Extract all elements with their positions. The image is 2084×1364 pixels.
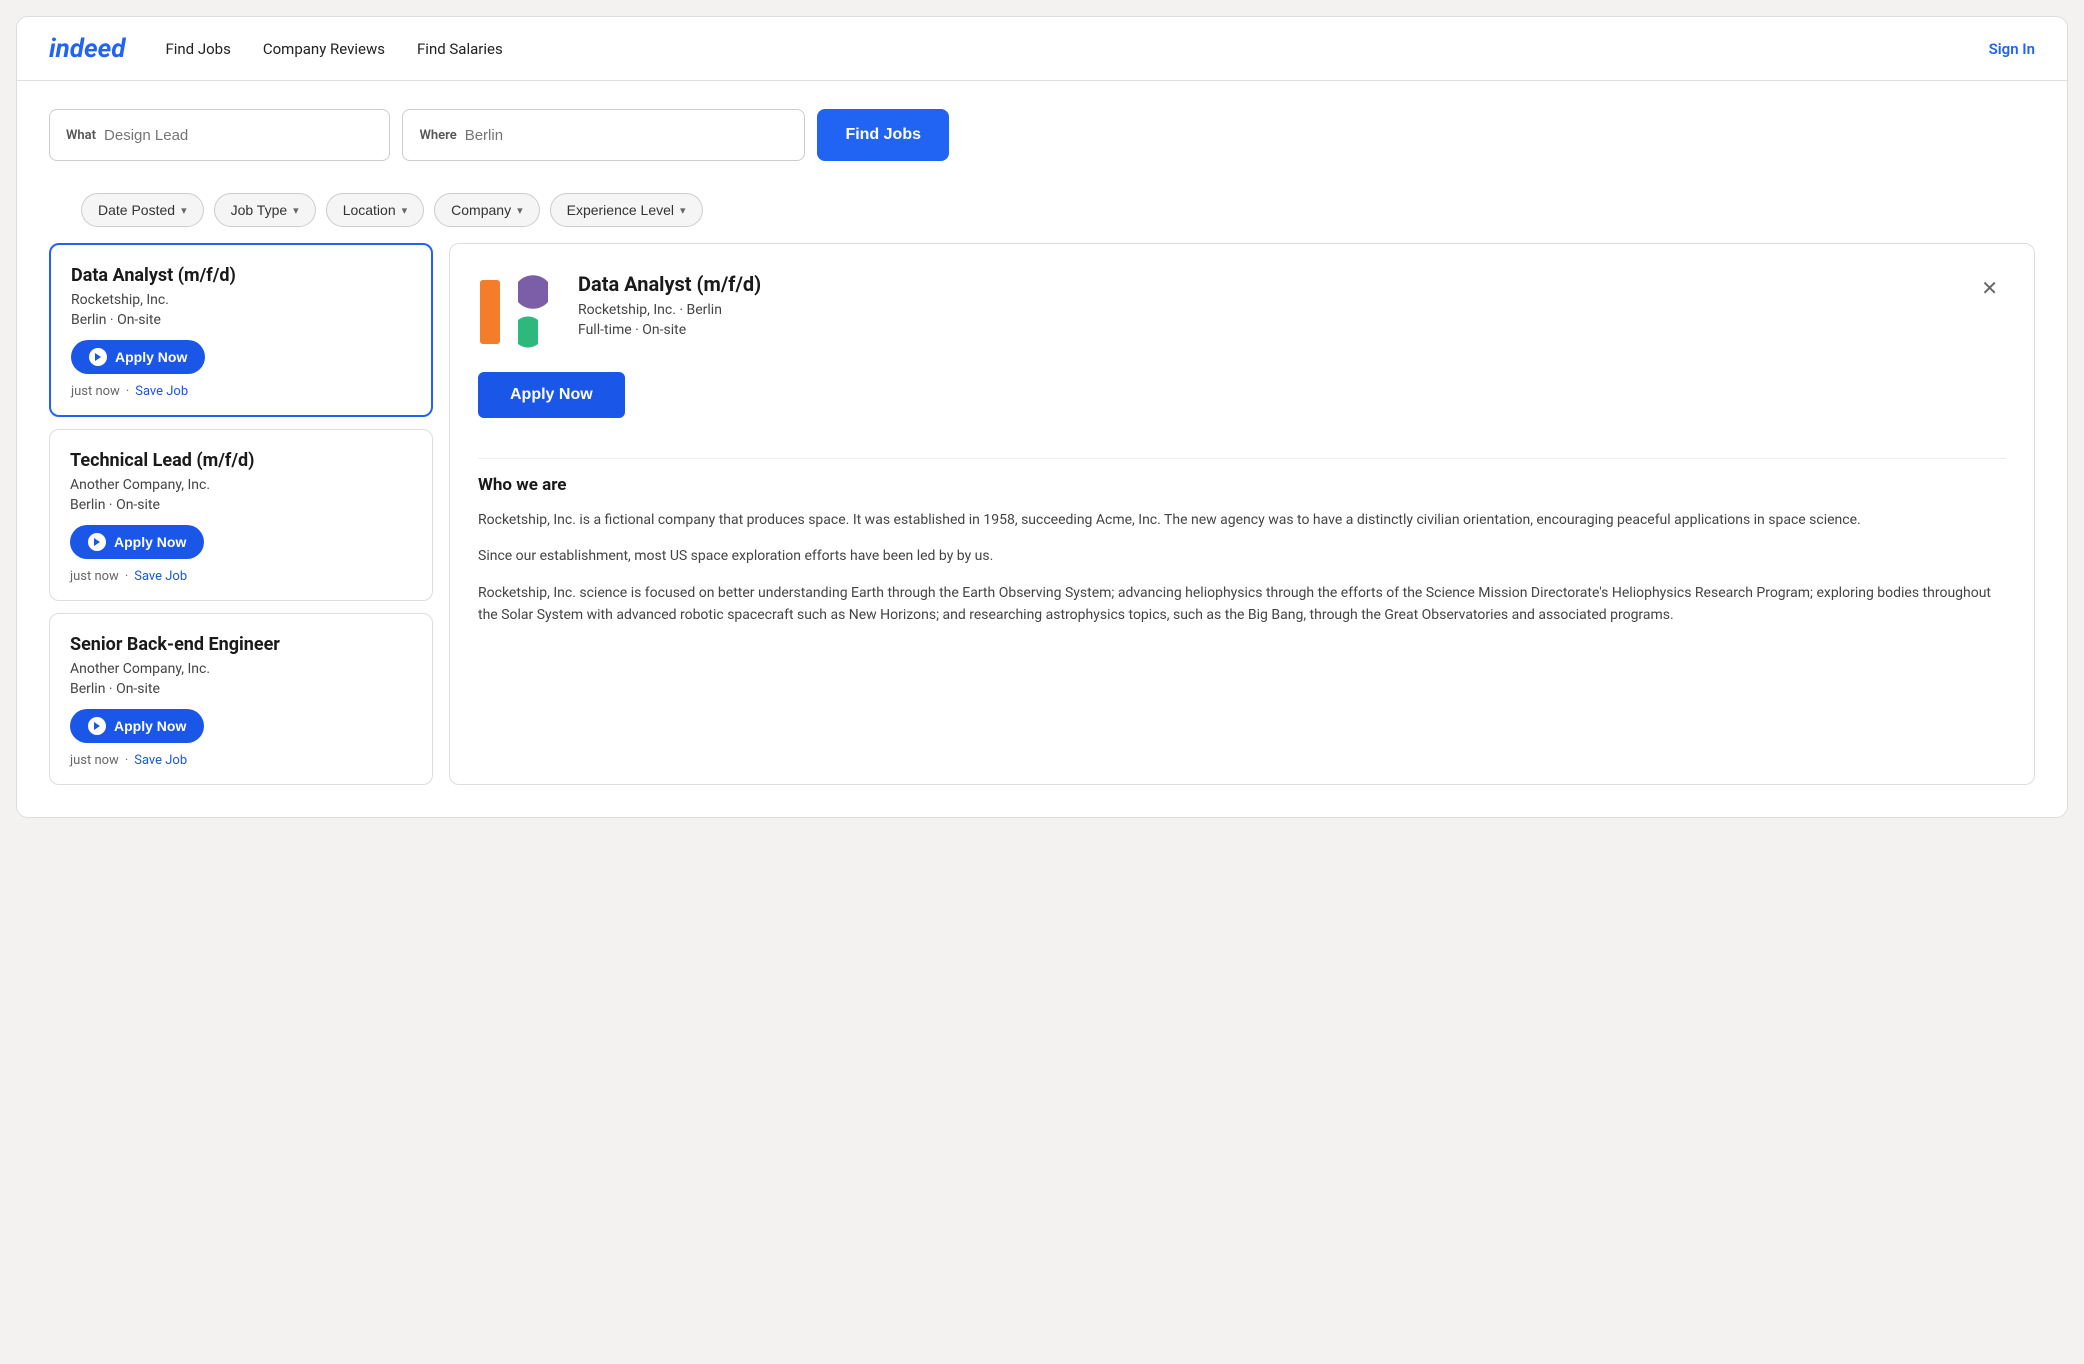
what-field: What <box>49 109 390 161</box>
who-we-are-p1: Since our establishment, most US space e… <box>478 545 2006 567</box>
job-detail-panel: Data Analyst (m/f/d) Rocketship, Inc. · … <box>449 243 2035 785</box>
apply-icon-0 <box>89 348 107 366</box>
main-content: Data Analyst (m/f/d) Rocketship, Inc. Be… <box>17 243 2067 817</box>
navbar: indeed Find Jobs Company Reviews Find Sa… <box>17 17 2067 81</box>
apply-label-2: Apply Now <box>114 718 186 734</box>
detail-location: Berlin <box>687 302 722 318</box>
time-posted-2: just now <box>70 753 119 768</box>
sign-in-link[interactable]: Sign In <box>1989 40 2035 58</box>
job-footer-2: just now · Save Job <box>70 753 412 768</box>
nav-company-reviews[interactable]: Company Reviews <box>263 40 385 58</box>
where-field: Where <box>402 109 805 161</box>
job-company-0: Rocketship, Inc. <box>71 292 411 308</box>
apply-button-1[interactable]: Apply Now <box>70 525 204 559</box>
nav-find-jobs[interactable]: Find Jobs <box>165 40 230 58</box>
time-posted-1: just now <box>70 569 119 584</box>
apply-icon-2 <box>88 717 106 735</box>
detail-header: Data Analyst (m/f/d) Rocketship, Inc. · … <box>478 272 2006 352</box>
search-bar: What Where Find Jobs <box>49 109 949 161</box>
who-we-are-title: Who we are <box>478 475 2006 495</box>
job-list: Data Analyst (m/f/d) Rocketship, Inc. Be… <box>49 243 449 785</box>
filter-job-type[interactable]: Job Type ▾ <box>214 193 316 227</box>
filter-job-type-label: Job Type <box>231 202 288 218</box>
where-input[interactable] <box>465 127 789 144</box>
detail-employment-worktype: Full-time · On-site <box>578 322 761 338</box>
job-meta-0: Berlin · On-site <box>71 312 411 328</box>
logo-text: indeed <box>49 34 125 64</box>
chevron-down-icon: ▾ <box>293 204 299 217</box>
what-input[interactable] <box>104 127 373 144</box>
job-location-2: Berlin <box>70 681 105 697</box>
job-location-0: Berlin <box>71 312 106 328</box>
job-worktype-2: On-site <box>116 681 160 697</box>
filter-date-posted-label: Date Posted <box>98 202 175 218</box>
divider <box>478 458 2006 459</box>
job-location-1: Berlin <box>70 497 105 513</box>
detail-work-type: On-site <box>642 322 686 338</box>
detail-company: Rocketship, Inc. <box>578 302 676 318</box>
filter-date-posted[interactable]: Date Posted ▾ <box>81 193 204 227</box>
save-job-0[interactable]: Save Job <box>135 384 188 399</box>
save-job-2[interactable]: Save Job <box>134 753 187 768</box>
close-detail-button[interactable]: ✕ <box>1973 272 2006 305</box>
chevron-down-icon: ▾ <box>680 204 686 217</box>
filter-company-label: Company <box>451 202 511 218</box>
filter-experience-level-label: Experience Level <box>567 202 674 218</box>
apply-button-0[interactable]: Apply Now <box>71 340 205 374</box>
search-section: What Where Find Jobs Date Posted ▾ Job T… <box>17 81 2067 243</box>
job-card-0[interactable]: Data Analyst (m/f/d) Rocketship, Inc. Be… <box>49 243 433 417</box>
job-worktype-0: On-site <box>117 312 161 328</box>
job-worktype-1: On-site <box>116 497 160 513</box>
chevron-down-icon: ▾ <box>402 204 408 217</box>
job-footer-0: just now · Save Job <box>71 384 411 399</box>
apply-label-1: Apply Now <box>114 534 186 550</box>
job-company-2: Another Company, Inc. <box>70 661 412 677</box>
detail-job-title: Data Analyst (m/f/d) <box>578 272 761 296</box>
detail-info: Data Analyst (m/f/d) Rocketship, Inc. · … <box>578 272 761 342</box>
time-posted-0: just now <box>71 384 120 399</box>
filter-location-label: Location <box>343 202 396 218</box>
chevron-down-icon: ▾ <box>181 204 187 217</box>
nav-links: Find Jobs Company Reviews Find Salaries <box>165 40 1988 58</box>
detail-company-location: Rocketship, Inc. · Berlin <box>578 302 761 318</box>
apply-button-2[interactable]: Apply Now <box>70 709 204 743</box>
job-card-1[interactable]: Technical Lead (m/f/d) Another Company, … <box>49 429 433 601</box>
job-title-1: Technical Lead (m/f/d) <box>70 450 412 471</box>
job-meta-2: Berlin · On-site <box>70 681 412 697</box>
filter-company[interactable]: Company ▾ <box>434 193 539 227</box>
job-title-2: Senior Back-end Engineer <box>70 634 412 655</box>
job-footer-1: just now · Save Job <box>70 569 412 584</box>
filter-location[interactable]: Location ▾ <box>326 193 424 227</box>
filters-bar: Date Posted ▾ Job Type ▾ Location ▾ Comp… <box>49 177 2035 243</box>
detail-employment-type: Full-time <box>578 322 632 338</box>
company-logo <box>478 272 558 352</box>
job-company-1: Another Company, Inc. <box>70 477 412 493</box>
job-title-0: Data Analyst (m/f/d) <box>71 265 411 286</box>
save-job-1[interactable]: Save Job <box>134 569 187 584</box>
who-we-are-p0: Rocketship, Inc. is a fictional company … <box>478 509 2006 531</box>
filter-experience-level[interactable]: Experience Level ▾ <box>550 193 703 227</box>
detail-apply-button[interactable]: Apply Now <box>478 372 625 418</box>
chevron-down-icon: ▾ <box>517 204 523 217</box>
job-card-2[interactable]: Senior Back-end Engineer Another Company… <box>49 613 433 785</box>
where-label: Where <box>419 128 456 143</box>
apply-icon-1 <box>88 533 106 551</box>
find-jobs-button[interactable]: Find Jobs <box>817 109 949 161</box>
nav-find-salaries[interactable]: Find Salaries <box>417 40 503 58</box>
apply-label-0: Apply Now <box>115 349 187 365</box>
job-meta-1: Berlin · On-site <box>70 497 412 513</box>
indeed-logo: indeed <box>49 34 125 64</box>
who-we-are-p2: Rocketship, Inc. science is focused on b… <box>478 582 2006 627</box>
what-label: What <box>66 128 96 143</box>
